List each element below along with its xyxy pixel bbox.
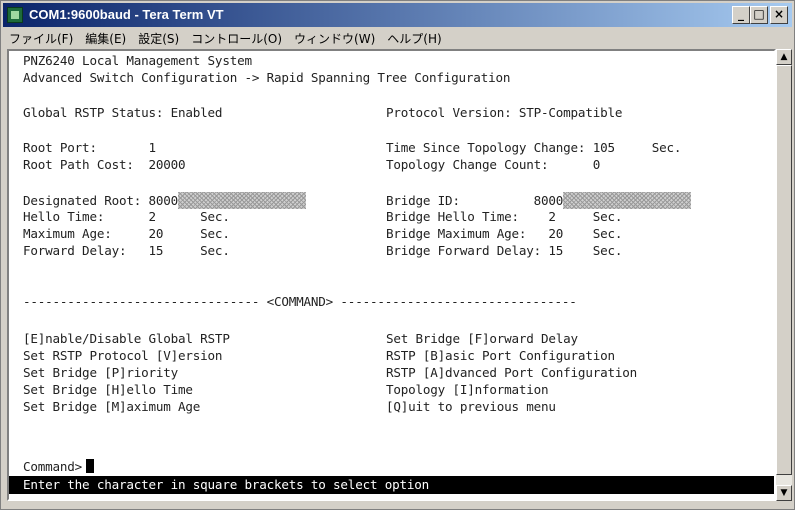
redacted-mac [563, 192, 692, 209]
close-button[interactable]: × [770, 6, 788, 24]
prompt-label: Command> [23, 459, 83, 474]
menu-control[interactable]: コントロール(O) [185, 28, 288, 47]
command-item[interactable]: [E]nable/Disable Global RSTP [23, 331, 230, 346]
protocol-version: Protocol Version: STP-Compatible [386, 105, 623, 120]
hello-time: Hello Time: 2 Sec. [23, 209, 230, 224]
bridge-hello-time: Bridge Hello Time: 2 Sec. [386, 209, 623, 224]
breadcrumb: Advanced Switch Configuration -> Rapid S… [23, 70, 511, 85]
status-line: Enter the character in square brackets t… [9, 476, 774, 494]
menu-help[interactable]: ヘルプ(H) [381, 28, 447, 47]
vertical-scrollbar[interactable]: ▲ ▼ [776, 49, 792, 501]
command-item[interactable]: Set RSTP Protocol [V]ersion [23, 348, 223, 363]
command-item[interactable]: Set Bridge [P]riority [23, 365, 178, 380]
root-port: Root Port: 1 [23, 140, 156, 155]
designated-root: Designated Root: 8000 [23, 192, 307, 209]
bridge-maximum-age: Bridge Maximum Age: 20 Sec. [386, 226, 623, 241]
command-separator: -------------------------------- <COMMAN… [23, 294, 577, 309]
menu-window[interactable]: ウィンドウ(W) [288, 28, 381, 47]
text-cursor [86, 459, 95, 473]
menu-setup[interactable]: 設定(S) [132, 28, 185, 47]
bridge-id-label: Bridge ID: 8000 [386, 193, 564, 208]
root-path-cost: Root Path Cost: 20000 [23, 157, 186, 172]
system-title: PNZ6240 Local Management System [23, 53, 252, 68]
command-item[interactable]: Set Bridge [M]aximum Age [23, 399, 200, 414]
title-bar[interactable]: COM1:9600baud - Tera Term VT _ □ × [3, 3, 792, 27]
global-rstp-status: Global RSTP Status: Enabled [23, 105, 223, 120]
designated-root-label: Designated Root: 8000 [23, 193, 179, 208]
command-item[interactable]: [Q]uit to previous menu [386, 399, 556, 414]
menu-edit[interactable]: 編集(E) [79, 28, 132, 47]
terminal-window: COM1:9600baud - Tera Term VT _ □ × ファイル(… [0, 0, 795, 510]
menu-file[interactable]: ファイル(F) [3, 28, 79, 47]
scroll-down-arrow-icon[interactable]: ▼ [776, 485, 792, 501]
bridge-id: Bridge ID: 8000 [386, 192, 692, 209]
minimize-button[interactable]: _ [732, 6, 750, 24]
command-item[interactable]: RSTP [A]dvanced Port Configuration [386, 365, 637, 380]
command-item[interactable]: Set Bridge [H]ello Time [23, 382, 193, 397]
maximize-button[interactable]: □ [750, 6, 768, 24]
bridge-forward-delay: Bridge Forward Delay: 15 Sec. [386, 243, 623, 258]
command-item[interactable]: Topology [I]nformation [386, 382, 549, 397]
topology-change-count: Topology Change Count: 0 [386, 157, 601, 172]
app-icon[interactable] [7, 7, 23, 23]
terminal-screen[interactable]: PNZ6240 Local Management System Advanced… [7, 49, 776, 501]
command-item[interactable]: Set Bridge [F]orward Delay [386, 331, 578, 346]
command-prompt[interactable]: Command> [23, 459, 95, 474]
maximum-age: Maximum Age: 20 Sec. [23, 226, 230, 241]
time-since-topology-change: Time Since Topology Change: 105 Sec. [386, 140, 682, 155]
command-item[interactable]: RSTP [B]asic Port Configuration [386, 348, 615, 363]
window-title: COM1:9600baud - Tera Term VT [29, 7, 224, 22]
scroll-thumb[interactable] [776, 65, 792, 475]
scroll-up-arrow-icon[interactable]: ▲ [776, 49, 792, 65]
menu-bar: ファイル(F) 編集(E) 設定(S) コントロール(O) ウィンドウ(W) ヘルプ(H) [3, 28, 792, 48]
redacted-mac [178, 192, 307, 209]
forward-delay: Forward Delay: 15 Sec. [23, 243, 230, 258]
